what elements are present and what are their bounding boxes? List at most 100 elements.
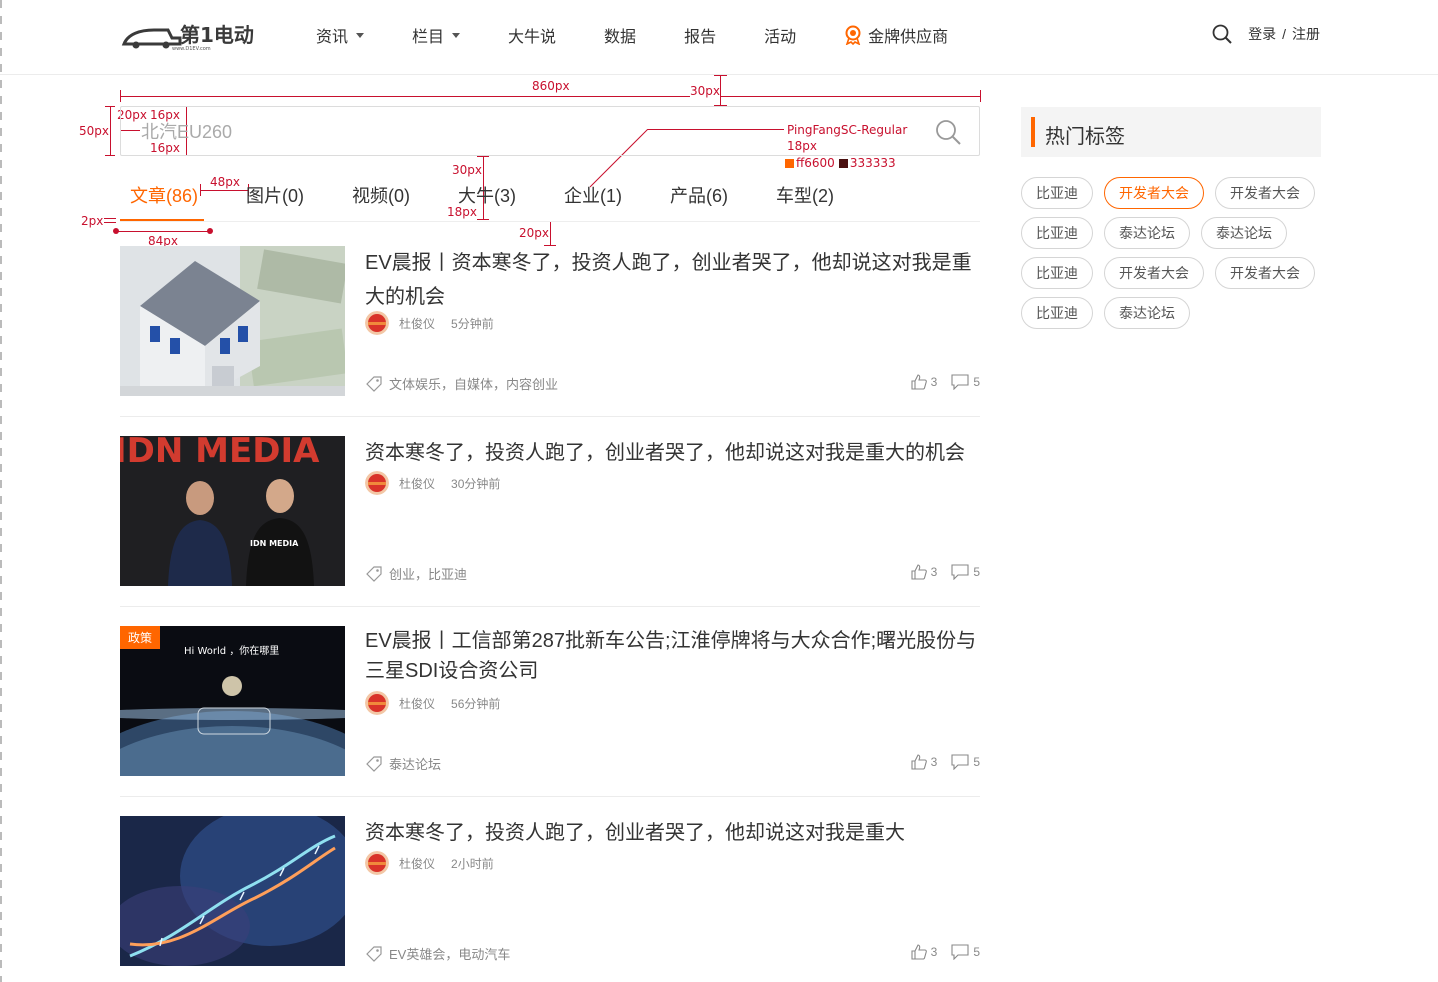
publish-time: 30分钟前 <box>451 476 501 491</box>
author-name[interactable]: 杜俊仪 <box>399 475 435 492</box>
dna-helix-image <box>120 816 345 966</box>
color-swatch-orange <box>785 158 794 168</box>
register-link[interactable]: 注册 <box>1292 24 1320 44</box>
comment-icon <box>951 944 969 960</box>
tab-articles[interactable]: 文章(86) <box>130 182 198 208</box>
article-stats: 3 5 <box>911 754 980 770</box>
annotation-line <box>477 156 489 157</box>
avatar[interactable] <box>365 851 389 875</box>
tag-row: 比亚迪 泰达论坛 泰达论坛 <box>1021 217 1331 249</box>
article-title[interactable]: EV晨报丨资本寒冬了，投资人跑了，创业者哭了，他却说这对我是重大的机会 <box>365 246 980 314</box>
search-icon[interactable] <box>1212 24 1232 44</box>
annotation-label: 2px <box>81 214 104 228</box>
annotation-line <box>714 75 727 76</box>
nav-reports[interactable]: 报告 <box>684 23 716 47</box>
avatar[interactable] <box>365 471 389 495</box>
category-badge: 政策 <box>120 626 161 649</box>
article-thumbnail[interactable]: Hi World ，你在哪里 政策 <box>120 626 345 776</box>
tags-text[interactable]: 创业，比亚迪 <box>389 564 467 583</box>
site-logo[interactable]: 第1电动 www.D1EV.com <box>120 18 256 52</box>
annotation-line <box>104 222 116 223</box>
article-thumbnail[interactable] <box>120 246 345 396</box>
article-author: 杜俊仪 2小时前 <box>365 851 494 875</box>
tab-images[interactable]: 图片(0) <box>246 182 304 208</box>
avatar[interactable] <box>365 311 389 335</box>
hot-tags-cloud: 比亚迪 开发者大会 开发者大会 比亚迪 泰达论坛 泰达论坛 比亚迪 开发者大会 … <box>1021 177 1331 337</box>
tab-models[interactable]: 车型(2) <box>776 182 834 208</box>
nav-data[interactable]: 数据 <box>604 23 636 47</box>
article-divider <box>120 606 980 607</box>
tab-videos[interactable]: 视频(0) <box>352 182 410 208</box>
login-link[interactable]: 登录 <box>1248 24 1276 44</box>
tag-chip-active[interactable]: 开发者大会 <box>1104 177 1204 209</box>
nav-events[interactable]: 活动 <box>764 23 796 47</box>
article-title[interactable]: EV晨报丨工信部第287批新车公告;江淮停牌将与大众合作;曙光股份与三星SDI设… <box>365 626 980 686</box>
header-actions: 登录 / 注册 <box>1212 24 1320 44</box>
tag-chip[interactable]: 比亚迪 <box>1021 217 1093 249</box>
article-divider <box>120 416 980 417</box>
annotation-label: 860px <box>532 79 570 93</box>
comment-icon <box>951 374 969 390</box>
svg-text:www.D1EV.com: www.D1EV.com <box>172 46 211 52</box>
avatar[interactable] <box>365 691 389 715</box>
article-item: IDN MEDIA IDN MEDIA 资本寒冬了，投资人跑了，创业者哭了，他却… <box>120 436 980 586</box>
comment-icon <box>951 564 969 580</box>
article-title[interactable]: 资本寒冬了，投资人跑了，创业者哭了，他却说这对我是重大 <box>365 816 980 850</box>
like-button[interactable]: 3 <box>911 944 937 960</box>
nav-gold-supplier[interactable]: 金牌供应商 <box>844 23 948 47</box>
nav-columns[interactable]: 栏目 <box>412 23 461 47</box>
tag-chip[interactable]: 泰达论坛 <box>1201 217 1287 249</box>
article-item: 资本寒冬了，投资人跑了，创业者哭了，他却说这对我是重大 杜俊仪 2小时前 EV英… <box>120 816 980 966</box>
article-stats: 3 5 <box>911 564 980 580</box>
tag-chip[interactable]: 开发者大会 <box>1215 177 1315 209</box>
like-button[interactable]: 3 <box>911 564 937 580</box>
author-name[interactable]: 杜俊仪 <box>399 695 435 712</box>
main-nav: 资讯 栏目 大牛说 数据 报告 活动 金牌供应商 <box>316 22 996 48</box>
author-name[interactable]: 杜俊仪 <box>399 855 435 872</box>
tab-companies[interactable]: 企业(1) <box>564 182 622 208</box>
annotation-label: 30px <box>452 163 482 177</box>
site-header: 第1电动 www.D1EV.com 资讯 栏目 大牛说 数据 报告 活动 金牌供… <box>0 0 1438 75</box>
like-button[interactable]: 3 <box>911 374 937 390</box>
tags-text[interactable]: EV英雄会，电动汽车 <box>389 944 510 963</box>
tag-chip[interactable]: 比亚迪 <box>1021 257 1093 289</box>
tags-text[interactable]: 文体娱乐，自媒体，内容创业 <box>389 374 558 393</box>
comment-button[interactable]: 5 <box>951 564 980 580</box>
svg-text:第1电动: 第1电动 <box>180 23 254 47</box>
tag-chip[interactable]: 比亚迪 <box>1021 177 1093 209</box>
annotation-line <box>550 221 551 245</box>
annotation-dot <box>207 228 213 234</box>
tab-products[interactable]: 产品(6) <box>670 182 728 208</box>
thumbs-up-icon <box>911 754 927 770</box>
tag-row: 比亚迪 开发者大会 开发者大会 <box>1021 257 1331 289</box>
tag-chip[interactable]: 开发者大会 <box>1215 257 1315 289</box>
annotation-line <box>477 219 489 220</box>
idn-media-founders-image: IDN MEDIA IDN MEDIA <box>120 436 345 586</box>
article-title[interactable]: 资本寒冬了，投资人跑了，创业者哭了，他却说这对我是重大的机会 <box>365 436 980 470</box>
search-input[interactable] <box>141 119 901 145</box>
tag-chip[interactable]: 开发者大会 <box>1104 257 1204 289</box>
article-tags: 泰达论坛 <box>365 754 441 773</box>
tag-chip[interactable]: 泰达论坛 <box>1104 217 1190 249</box>
comment-button[interactable]: 5 <box>951 944 980 960</box>
tab-experts[interactable]: 大牛(3) <box>458 182 516 208</box>
comment-button[interactable]: 5 <box>951 374 980 390</box>
tag-icon <box>366 945 382 962</box>
article-tags: 文体娱乐，自媒体，内容创业 <box>365 374 558 393</box>
tag-chip[interactable]: 泰达论坛 <box>1104 297 1190 329</box>
like-button[interactable]: 3 <box>911 754 937 770</box>
annotation-label: 20px <box>519 226 549 240</box>
article-thumbnail[interactable]: IDN MEDIA IDN MEDIA <box>120 436 345 586</box>
article-stats: 3 5 <box>911 374 980 390</box>
tag-chip[interactable]: 比亚迪 <box>1021 297 1093 329</box>
annotation-line <box>105 106 115 107</box>
nav-news[interactable]: 资讯 <box>316 23 365 47</box>
author-name[interactable]: 杜俊仪 <box>399 315 435 332</box>
annotation-line <box>120 90 121 102</box>
search-icon[interactable] <box>935 119 961 145</box>
article-thumbnail[interactable] <box>120 816 345 966</box>
comment-button[interactable]: 5 <box>951 754 980 770</box>
nav-experts[interactable]: 大牛说 <box>508 23 556 47</box>
annotation-colors: ff6600 333333 <box>785 156 896 170</box>
tags-text[interactable]: 泰达论坛 <box>389 754 441 773</box>
